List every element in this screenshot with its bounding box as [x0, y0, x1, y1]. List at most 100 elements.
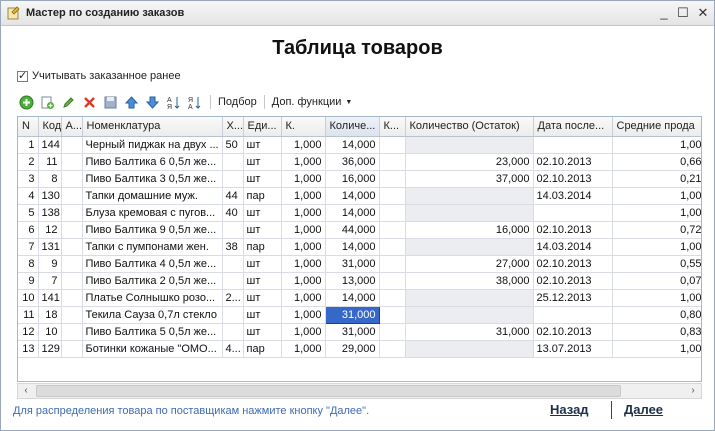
table-cell[interactable]: 14,000 — [325, 204, 380, 222]
table-cell[interactable] — [379, 255, 406, 273]
table-cell[interactable]: 1,000 — [281, 153, 326, 171]
select-button[interactable]: Подбор — [215, 96, 260, 108]
table-cell[interactable] — [405, 238, 534, 256]
table-cell[interactable]: 14,000 — [325, 136, 380, 154]
table-cell[interactable]: 14,000 — [325, 187, 380, 205]
table-cell[interactable]: 2... — [222, 289, 244, 307]
table-cell[interactable] — [61, 272, 83, 290]
column-header[interactable]: К... — [379, 117, 406, 137]
table-cell[interactable] — [405, 306, 534, 324]
table-cell[interactable]: 5 — [18, 204, 39, 222]
table-row[interactable]: 9 7 Пиво Балтика 2 0,5л же... шт 1,000 13,000… — [18, 272, 701, 290]
table-cell[interactable]: 02.10.2013 — [533, 255, 613, 273]
table-cell[interactable]: Тапки домашние муж. — [82, 187, 223, 205]
table-cell[interactable]: 44 — [222, 187, 244, 205]
goods-table[interactable]: N Код А... Номенклатура Х... Еди... К. Количе..… — [17, 116, 702, 382]
next-button[interactable]: Далее — [624, 402, 663, 417]
column-header[interactable]: Еди... — [243, 117, 282, 137]
table-row[interactable]: 2 11 Пиво Балтика 6 0,5л же... шт 1,000 36,00… — [18, 153, 701, 171]
table-cell[interactable]: 02.10.2013 — [533, 221, 613, 239]
table-cell[interactable] — [222, 272, 244, 290]
table-cell[interactable]: 1,00 — [612, 340, 701, 358]
table-cell[interactable] — [379, 221, 406, 239]
table-cell[interactable]: Пиво Балтика 4 0,5л же... — [82, 255, 223, 273]
table-cell[interactable]: 02.10.2013 — [533, 153, 613, 171]
table-cell[interactable]: 23,000 — [405, 153, 534, 171]
table-cell[interactable]: 1,000 — [281, 136, 326, 154]
column-header[interactable]: Дата после... — [533, 117, 613, 137]
maximize-button[interactable]: ☐ — [675, 5, 691, 21]
table-cell[interactable]: 131 — [38, 238, 62, 256]
table-cell[interactable] — [61, 238, 83, 256]
table-cell[interactable]: 1,000 — [281, 170, 326, 188]
table-cell[interactable]: Пиво Балтика 6 0,5л же... — [82, 153, 223, 171]
table-cell[interactable] — [405, 340, 534, 358]
table-cell[interactable]: 10 — [18, 289, 39, 307]
table-cell[interactable] — [405, 187, 534, 205]
table-cell[interactable]: 2 — [18, 153, 39, 171]
table-cell[interactable] — [61, 289, 83, 307]
table-cell[interactable]: 1,00 — [612, 136, 701, 154]
table-cell[interactable]: шт — [243, 255, 282, 273]
table-cell[interactable]: 144 — [38, 136, 62, 154]
table-cell[interactable]: Черный пиджак на двух ... — [82, 136, 223, 154]
table-cell[interactable]: 129 — [38, 340, 62, 358]
table-cell[interactable]: 0,55 — [612, 255, 701, 273]
edit-icon[interactable] — [59, 93, 78, 111]
table-cell[interactable]: шт — [243, 136, 282, 154]
column-header[interactable]: К. — [281, 117, 326, 137]
table-cell[interactable]: 31,000 — [324, 305, 380, 324]
table-row[interactable]: 13 129 Ботинки кожаные "ОМО... 4... пар 1,000… — [18, 340, 701, 358]
table-cell[interactable]: 6 — [18, 221, 39, 239]
column-header[interactable]: Номенклатура — [82, 117, 223, 137]
column-header[interactable]: Х... — [222, 117, 244, 137]
table-cell[interactable] — [379, 187, 406, 205]
table-cell[interactable] — [222, 323, 244, 341]
table-row[interactable]: 7 131 Тапки с пумпонами жен. 38 пар 1,000 14,0… — [18, 238, 701, 256]
column-header[interactable]: N — [18, 117, 39, 137]
column-header[interactable]: Количе... — [325, 117, 380, 137]
table-cell[interactable]: Платье Солнышко розо... — [82, 289, 223, 307]
table-cell[interactable] — [61, 255, 83, 273]
table-cell[interactable] — [405, 136, 534, 154]
table-cell[interactable]: 3 — [18, 170, 39, 188]
table-cell[interactable]: 0,72 — [612, 221, 701, 239]
table-cell[interactable]: 11 — [18, 306, 39, 324]
table-cell[interactable]: 0,21 — [612, 170, 701, 188]
table-cell[interactable]: 8 — [38, 170, 62, 188]
table-cell[interactable] — [379, 323, 406, 341]
table-row[interactable]: 11 18 Текила Сауза 0,7л стекло шт 1,000 31,00… — [18, 305, 701, 324]
table-cell[interactable] — [61, 136, 83, 154]
use-ordered-option[interactable]: Учитывать заказанное ранее — [17, 69, 181, 83]
table-cell[interactable]: 130 — [38, 187, 62, 205]
table-cell[interactable]: 13.07.2013 — [533, 340, 613, 358]
table-cell[interactable]: Пиво Балтика 5 0,5л же... — [82, 323, 223, 341]
table-cell[interactable]: 0,80 — [612, 306, 701, 324]
table-cell[interactable] — [222, 170, 244, 188]
table-cell[interactable] — [533, 136, 613, 154]
table-cell[interactable]: 31,000 — [325, 255, 380, 273]
table-cell[interactable]: 141 — [38, 289, 62, 307]
table-cell[interactable]: 1,000 — [281, 306, 326, 324]
table-cell[interactable]: 1,000 — [281, 204, 326, 222]
table-cell[interactable]: 29,000 — [325, 340, 380, 358]
table-row[interactable]: 3 8 Пиво Балтика 3 0,5л же... шт 1,000 16,000… — [18, 170, 701, 188]
close-button[interactable]: ✕ — [695, 5, 711, 21]
sort-desc-icon[interactable]: ЯА — [185, 93, 204, 111]
table-cell[interactable]: шт — [243, 306, 282, 324]
table-cell[interactable]: 138 — [38, 204, 62, 222]
table-cell[interactable] — [379, 289, 406, 307]
table-cell[interactable]: 0,07 — [612, 272, 701, 290]
table-cell[interactable]: пар — [243, 340, 282, 358]
table-cell[interactable] — [61, 187, 83, 205]
table-cell[interactable]: 38,000 — [405, 272, 534, 290]
table-cell[interactable]: 38 — [222, 238, 244, 256]
table-cell[interactable]: шт — [243, 272, 282, 290]
table-cell[interactable]: 02.10.2013 — [533, 272, 613, 290]
table-cell[interactable] — [222, 306, 244, 324]
table-row[interactable]: 5 138 Блуза кремовая с пугов... 40 шт 1,000 14… — [18, 204, 701, 222]
table-cell[interactable]: 13,000 — [325, 272, 380, 290]
table-cell[interactable] — [61, 170, 83, 188]
table-cell[interactable]: 1,000 — [281, 221, 326, 239]
table-cell[interactable]: 50 — [222, 136, 244, 154]
